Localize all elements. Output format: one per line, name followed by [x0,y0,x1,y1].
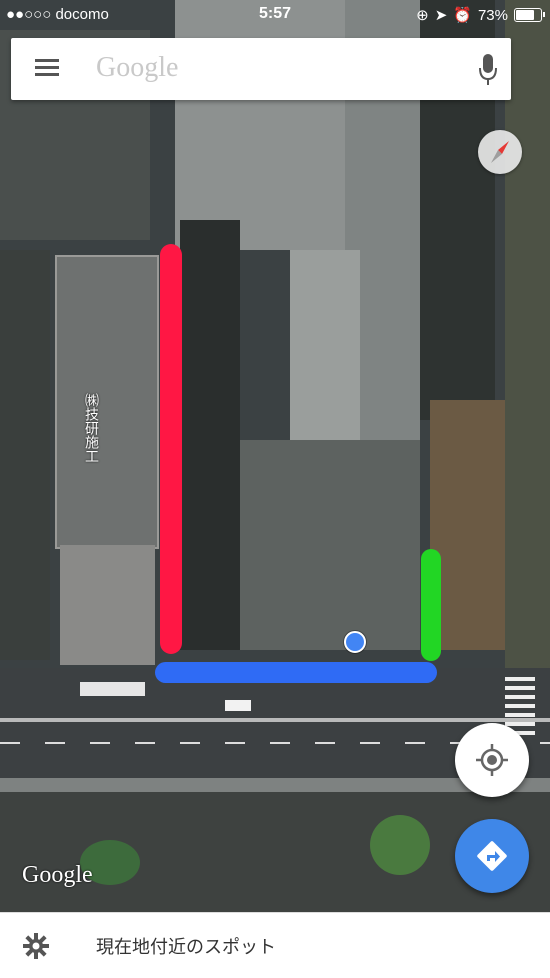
search-placeholder-logo[interactable]: Google [96,52,178,84]
menu-icon[interactable] [35,59,59,77]
nearby-spots-label[interactable]: 現在地付近のスポット [96,933,276,959]
gear-icon [23,933,49,959]
trees [505,0,550,680]
alley [180,220,240,650]
blue-highlight-line [155,662,437,683]
nearby-spots-panel[interactable]: 現在地付近のスポット [0,912,550,978]
lock-rotation-icon: ⊕ [416,7,429,24]
red-highlight-line [160,244,182,654]
building-roof [60,545,155,665]
microphone-icon[interactable] [479,54,497,86]
parking-lot [240,440,420,650]
building-roof [55,255,159,549]
building-label: ㈱技研施工 [84,393,100,463]
field [430,400,505,650]
my-location-icon [476,744,508,776]
alarm-icon: ⏰ [453,7,472,24]
bus [80,682,145,696]
battery-icon [514,8,545,22]
directions-icon [477,841,507,871]
directions-button[interactable] [455,819,529,893]
status-icons: ⊕ ➤ ⏰ 73% [416,6,545,24]
location-arrow-icon: ➤ [434,7,448,24]
current-location-dot [344,631,366,653]
my-location-button[interactable] [455,723,529,797]
compass-button[interactable] [478,130,522,174]
search-bar[interactable]: Google [11,38,511,100]
road-marking [0,718,550,722]
battery-percent: 73% [477,6,508,24]
car [225,700,251,711]
google-watermark: Google [22,862,93,888]
industrial-area [0,250,50,660]
warehouse-roof [290,250,360,440]
status-bar: ●●○○○ docomo 5:57 ⊕ ➤ ⏰ 73% [0,0,550,30]
compass-icon [491,141,509,163]
green-highlight-line [421,549,441,661]
tree [370,815,430,875]
